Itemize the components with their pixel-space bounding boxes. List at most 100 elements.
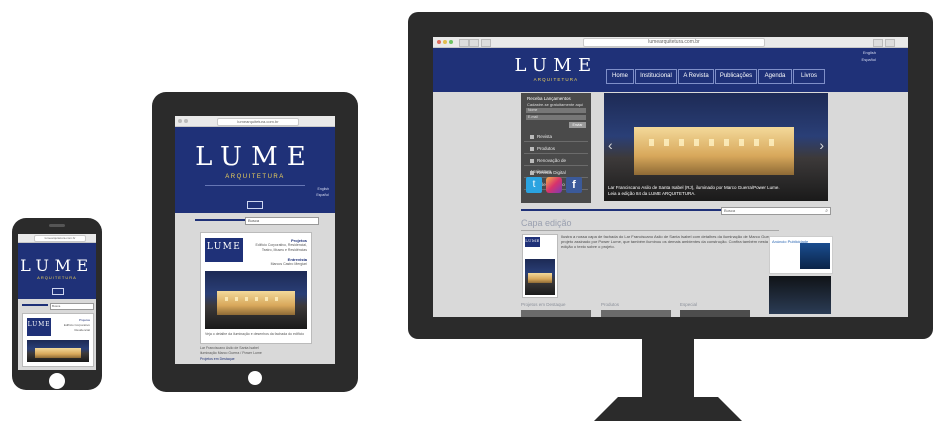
phone-screen: lumearquitetura.com.br LUME ARQUITETURA … xyxy=(18,234,96,370)
tablet-logo[interactable]: LUME xyxy=(175,142,335,172)
sidebar-item-label: Revista xyxy=(537,134,553,139)
desktop-link-espanol[interactable]: Español xyxy=(862,57,876,62)
tablet-home-button[interactable] xyxy=(248,371,262,385)
minimize-window-icon[interactable] xyxy=(443,40,447,44)
tablet-logo-tagline: ARQUITETURA xyxy=(225,174,285,180)
tablet-search-input[interactable]: Busca xyxy=(245,217,319,225)
nav-tab-home[interactable]: Home xyxy=(606,69,634,84)
nav-tab-livros[interactable]: Livros xyxy=(793,69,825,84)
newsletter-name-input[interactable]: Nome xyxy=(526,108,586,113)
slider-prev-arrow[interactable]: ‹ xyxy=(608,137,613,153)
phone-home-button[interactable] xyxy=(49,373,65,389)
edition-cover-logo-box: LUME xyxy=(525,237,540,247)
tablet-cover-caption: Veja o detalhe da iluminação e desenhos … xyxy=(205,332,305,336)
forward-button[interactable] xyxy=(469,39,479,47)
instagram-icon[interactable] xyxy=(546,177,562,193)
desktop-search-placeholder: Busca xyxy=(724,208,736,213)
tablet-browser-bar: lumearquitetura.com.br xyxy=(175,116,335,127)
newsletter-submit-button[interactable]: Enviar xyxy=(569,122,586,128)
tablet-cover-logo-box: LUME xyxy=(205,238,243,262)
share-icon[interactable] xyxy=(873,39,883,47)
thumb-produtos[interactable] xyxy=(601,310,671,317)
phone-logo[interactable]: LUME xyxy=(18,256,96,275)
desktop-screen: lumearquitetura.com.br LUME ARQUITETURA … xyxy=(433,37,908,317)
phone-browser-bar: lumearquitetura.com.br xyxy=(18,234,96,243)
newsletter-name-placeholder: Nome xyxy=(528,108,538,112)
section-produtos[interactable]: Produtos xyxy=(601,302,619,307)
smartphone-device: lumearquitetura.com.br LUME ARQUITETURA … xyxy=(12,218,102,390)
phone-divider xyxy=(22,304,48,306)
ad-banner-bottom[interactable] xyxy=(769,276,831,314)
hero-slider-image[interactable]: ‹ › Lar Franciscano Asilo de Santa Isabe… xyxy=(604,93,828,201)
sidebar-item-produtos[interactable]: Produtos xyxy=(524,143,588,154)
phone-header-banner: LUME ARQUITETURA xyxy=(18,243,96,299)
tablet-back-icon[interactable] xyxy=(178,119,182,123)
newsletter-text: Cadastre-se gratuitamente aqui xyxy=(527,102,584,107)
phone-cover-line-3: Residencial xyxy=(74,328,90,332)
twitter-icon[interactable]: t xyxy=(526,177,542,193)
phone-cover-logo-box: LUME xyxy=(27,318,51,336)
sidebar-item-label: Revista Digital xyxy=(537,170,566,175)
nav-tab-a-revista[interactable]: A Revista xyxy=(678,69,714,84)
tabs-icon[interactable] xyxy=(885,39,895,47)
hero-building xyxy=(634,127,794,175)
phone-logo-tagline: ARQUITETURA xyxy=(37,275,77,280)
thumb-especial[interactable] xyxy=(680,310,750,317)
phone-cover-line-1: Projetos xyxy=(78,318,90,322)
phone-cover-photo xyxy=(27,340,89,362)
desktop-url-bar[interactable]: lumearquitetura.com.br xyxy=(583,38,765,47)
phone-url-bar[interactable]: lumearquitetura.com.br xyxy=(34,235,86,242)
nav-tab-agenda[interactable]: Agenda xyxy=(758,69,792,84)
sidebar-toggle-icon[interactable] xyxy=(481,39,491,47)
hero-caption: Lar Franciscano Asilo de Santa Isabel (R… xyxy=(608,185,780,196)
tablet-body-line-2: iluminação Marco Guerra / Power Lume xyxy=(200,351,262,355)
ad-banner-top[interactable]: Anúncio Publicidade xyxy=(769,236,833,274)
facebook-icon[interactable]: f xyxy=(566,177,582,193)
tablet-url-bar[interactable]: lumearquitetura.com.br xyxy=(217,118,299,126)
newsletter-title: Receba Lançamentos xyxy=(527,96,571,101)
monitor-stand-neck xyxy=(642,339,694,397)
edition-cover-thumbnail[interactable]: LUME xyxy=(522,234,558,298)
tablet-screen: lumearquitetura.com.br LUME ARQUITETURA … xyxy=(175,116,335,364)
section-especial[interactable]: Especial xyxy=(680,302,697,307)
slider-next-arrow[interactable]: › xyxy=(819,137,824,153)
box-icon xyxy=(530,146,534,151)
phone-cover-card[interactable]: LUME Projetos Edifício Corporativo Resid… xyxy=(22,313,94,367)
search-icon[interactable]: ⌕ xyxy=(825,208,828,214)
close-window-icon[interactable] xyxy=(437,40,441,44)
ad-image xyxy=(800,243,830,269)
nav-tab-publicacoes[interactable]: Publicações xyxy=(715,69,757,84)
phone-cover-logo: LUME xyxy=(27,321,51,328)
maximize-window-icon[interactable] xyxy=(449,40,453,44)
phone-search-input[interactable]: Busca xyxy=(50,303,94,310)
phone-speaker xyxy=(49,224,65,227)
nav-tab-institucional[interactable]: Institucional xyxy=(635,69,677,84)
tablet-divider xyxy=(195,219,245,221)
tablet-cover-card[interactable]: LUME Projetos Edifício Corporativo, Resi… xyxy=(200,232,312,344)
desktop-search-input[interactable]: Busca ⌕ xyxy=(721,207,831,215)
edition-cover-photo xyxy=(525,259,555,295)
desktop-monitor: lumearquitetura.com.br LUME ARQUITETURA … xyxy=(408,12,933,339)
thumb-projetos[interactable] xyxy=(521,310,591,317)
tablet-cover-photo xyxy=(205,271,307,329)
tablet-link-espanol[interactable]: Español xyxy=(316,193,329,198)
tablet-link-english[interactable]: English xyxy=(318,187,329,192)
tablet-forward-icon[interactable] xyxy=(184,119,188,123)
tablet-body-line-3: Projetos em Destaque xyxy=(200,357,235,361)
sidebar-item-renovacao[interactable]: Renovação de Assinatura xyxy=(524,155,588,174)
tablet-cover-line-2: Edifício Corporativo, Residencial, Teatr… xyxy=(255,243,307,252)
back-button[interactable] xyxy=(459,39,469,47)
section-projetos-destaque[interactable]: Projetos em Destaque xyxy=(521,302,566,307)
edition-description: Ilustra a nossa capa de fachada do Lar F… xyxy=(561,234,775,249)
desktop-browser-bar: lumearquitetura.com.br xyxy=(433,37,908,48)
book-icon xyxy=(530,134,534,139)
content-divider xyxy=(521,209,721,211)
phone-menu-button[interactable] xyxy=(52,288,64,295)
refresh-icon xyxy=(530,158,534,163)
newsletter-email-placeholder: E-mail xyxy=(528,115,538,119)
newsletter-email-input[interactable]: E-mail xyxy=(526,115,586,120)
sidebar-item-revista[interactable]: Revista xyxy=(524,131,588,142)
tablet-menu-button[interactable] xyxy=(247,201,263,209)
desktop-link-english[interactable]: English xyxy=(863,50,876,55)
desktop-logo[interactable]: LUME xyxy=(511,55,601,76)
